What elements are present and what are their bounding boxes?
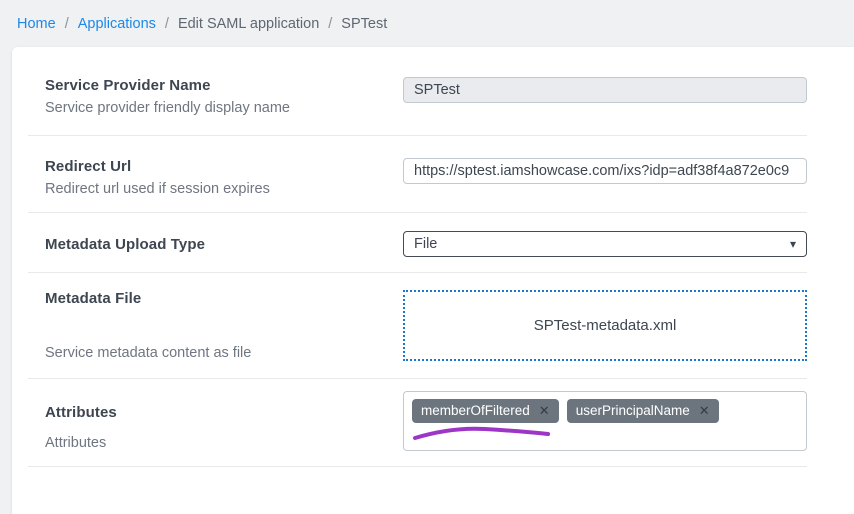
attribute-chip-label: userPrincipalName bbox=[576, 403, 690, 419]
metadata-file-label: Metadata File bbox=[45, 290, 403, 307]
attributes-tag-input[interactable]: memberOfFiltered ✕ userPrincipalName ✕ bbox=[403, 391, 807, 451]
breadcrumb-separator: / bbox=[65, 16, 69, 32]
attribute-chip-userprincipalname: userPrincipalName ✕ bbox=[567, 399, 719, 423]
metadata-file-dropzone[interactable]: SPTest-metadata.xml bbox=[403, 290, 807, 361]
metadata-upload-type-label: Metadata Upload Type bbox=[45, 236, 403, 253]
edit-saml-application-card: Service Provider Name Service provider f… bbox=[12, 47, 854, 514]
chevron-down-icon: ▾ bbox=[790, 238, 796, 250]
redirect-url-hint: Redirect url used if session expires bbox=[45, 181, 403, 197]
breadcrumb-separator: / bbox=[165, 16, 169, 32]
breadcrumb-home-link[interactable]: Home bbox=[17, 16, 56, 32]
breadcrumb-separator: / bbox=[328, 16, 332, 32]
remove-attribute-icon[interactable]: ✕ bbox=[539, 403, 550, 419]
metadata-file-row: Metadata File Service metadata content a… bbox=[28, 273, 807, 379]
redirect-url-label: Redirect Url bbox=[45, 158, 403, 175]
attributes-label: Attributes bbox=[45, 404, 403, 421]
breadcrumb-edit-saml-application: Edit SAML application bbox=[178, 16, 319, 32]
metadata-upload-type-select[interactable]: File ▾ bbox=[403, 231, 807, 257]
breadcrumb-applications-link[interactable]: Applications bbox=[78, 16, 156, 32]
metadata-upload-type-row: Metadata Upload Type File ▾ bbox=[28, 213, 807, 273]
service-provider-name-row: Service Provider Name Service provider f… bbox=[28, 47, 807, 136]
service-provider-name-input[interactable] bbox=[403, 77, 807, 103]
breadcrumb: Home / Applications / Edit SAML applicat… bbox=[0, 0, 854, 47]
attributes-row: Attributes Attributes memberOfFiltered ✕… bbox=[28, 379, 807, 467]
saml-application-form: Service Provider Name Service provider f… bbox=[28, 47, 807, 467]
breadcrumb-sptest: SPTest bbox=[341, 16, 387, 32]
service-provider-name-label: Service Provider Name bbox=[45, 77, 403, 94]
attribute-chip-memberoffiltered: memberOfFiltered ✕ bbox=[412, 399, 559, 423]
redirect-url-row: Redirect Url Redirect url used if sessio… bbox=[28, 136, 807, 213]
metadata-upload-type-selected-value: File bbox=[414, 236, 437, 252]
service-provider-name-hint: Service provider friendly display name bbox=[45, 100, 403, 116]
attributes-hint: Attributes bbox=[45, 435, 403, 451]
metadata-file-name: SPTest-metadata.xml bbox=[534, 317, 677, 334]
attribute-chip-label: memberOfFiltered bbox=[421, 403, 530, 419]
metadata-file-hint: Service metadata content as file bbox=[45, 345, 403, 361]
remove-attribute-icon[interactable]: ✕ bbox=[699, 403, 710, 419]
redirect-url-input[interactable] bbox=[403, 158, 807, 184]
